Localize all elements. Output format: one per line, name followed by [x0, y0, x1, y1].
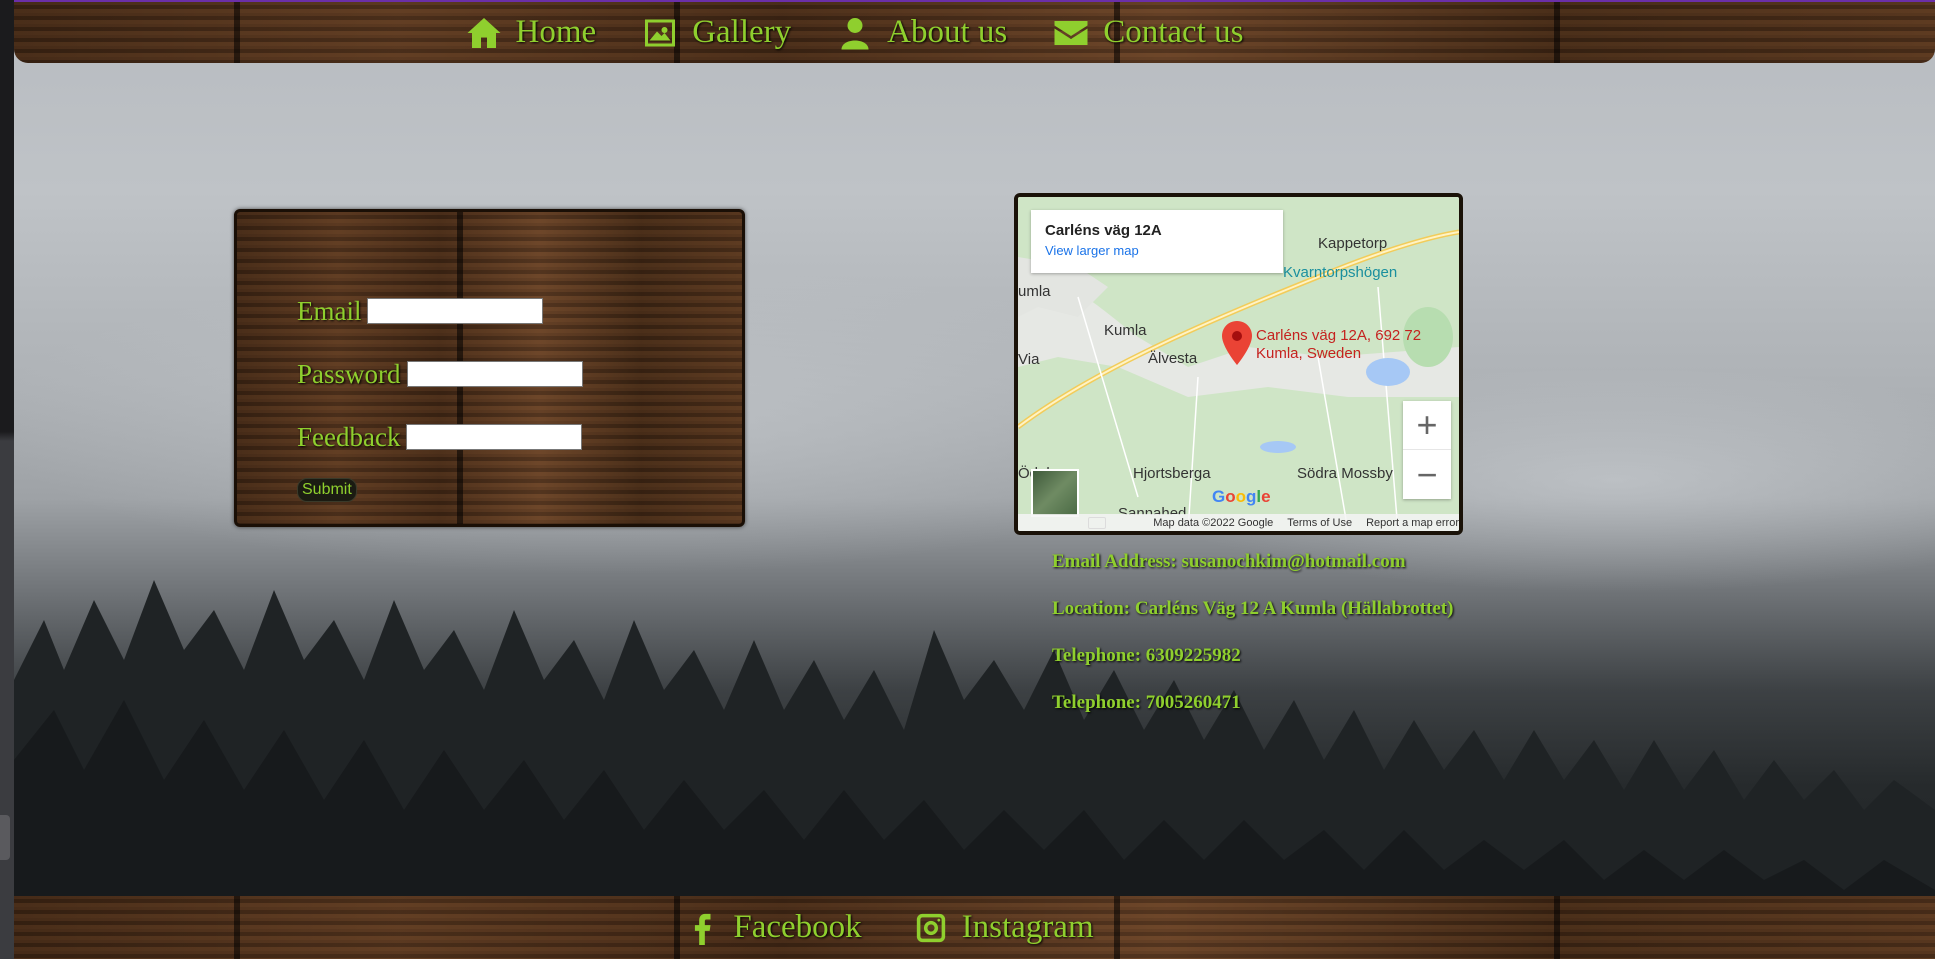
contact-location: Location: Carléns Väg 12 A Kumla (Hällab…: [1052, 598, 1454, 619]
envelope-icon: [1054, 20, 1088, 45]
map-pin-icon: [1222, 321, 1252, 365]
map-card-title: Carléns väg 12A: [1045, 222, 1162, 239]
map-place-label: Hjortsberga: [1133, 465, 1211, 482]
nav-gallery-label: Gallery: [692, 14, 792, 50]
terms-of-use-link[interactable]: Terms of Use: [1287, 517, 1352, 529]
facebook-label: Facebook: [733, 909, 862, 945]
footer: Facebook Instagram: [14, 896, 1935, 959]
map-place-label: Kvarntorpshögen: [1283, 264, 1398, 281]
home-icon: [467, 17, 501, 48]
view-larger-map-link[interactable]: View larger map: [1045, 243, 1283, 258]
embedded-map[interactable]: Kappetorp Kvarntorpshögen umla Kumla Älv…: [1014, 193, 1463, 535]
map-pin-label: Carléns väg 12A, 692 72 Kumla, Sweden: [1256, 327, 1422, 362]
satellite-toggle[interactable]: [1031, 469, 1079, 517]
email-row: Email: [297, 292, 742, 330]
contact-phone-1: Telephone: 6309225982: [1052, 645, 1241, 666]
nav-about-label: About us: [887, 14, 1008, 50]
feedback-label: Feedback: [297, 421, 401, 452]
feedback-field[interactable]: [406, 424, 583, 450]
nav-contact-link[interactable]: Contact us: [1053, 14, 1243, 51]
contact-info: Email Address: susanochkim@hotmail.com L…: [1052, 549, 1482, 737]
instagram-label: Instagram: [961, 909, 1094, 945]
feedback-form: Email Password Feedback Submit: [234, 209, 745, 527]
top-nav: Home Gallery About us Contact us: [14, 0, 1935, 63]
contact-email: Email Address: susanochkim@hotmail.com: [1052, 551, 1406, 572]
email-label: Email: [297, 295, 362, 326]
map-place-label: Kumla: [1104, 322, 1147, 339]
nav-gallery-link[interactable]: Gallery: [642, 14, 791, 51]
feedback-row: Feedback: [297, 418, 742, 456]
instagram-link[interactable]: Instagram: [914, 909, 1094, 946]
facebook-icon: [695, 913, 711, 945]
map-place-label: Kappetorp: [1318, 235, 1388, 252]
image-icon: [645, 19, 676, 46]
user-icon: [841, 17, 869, 49]
forest-silhouette: [14, 580, 1935, 900]
submit-button[interactable]: Submit: [297, 478, 357, 502]
contact-phone-2: Telephone: 7005260471: [1052, 692, 1241, 713]
google-logo: Google: [1212, 487, 1271, 506]
map-place-label: Älvesta: [1148, 350, 1198, 367]
scrollbar-thumb[interactable]: [0, 815, 10, 860]
map-place-label: Via: [1018, 351, 1040, 368]
map-place-label: umla: [1018, 283, 1051, 300]
password-row: Password: [297, 355, 742, 393]
nav-contact-label: Contact us: [1103, 14, 1244, 50]
zoom-in-button[interactable]: +: [1403, 401, 1451, 450]
map-attribution-bar: Map data ©2022 Google Terms of Use Repor…: [1018, 514, 1459, 531]
facebook-link[interactable]: Facebook: [685, 909, 862, 946]
map-info-card: Carléns väg 12A View larger map: [1031, 210, 1283, 273]
nav-about-link[interactable]: About us: [837, 14, 1007, 51]
nav-home-link[interactable]: Home: [466, 14, 597, 51]
password-field[interactable]: [406, 361, 583, 387]
report-map-error-link[interactable]: Report a map error: [1366, 517, 1459, 529]
map-data-text: Map data ©2022 Google: [1153, 516, 1274, 529]
password-label: Password: [297, 358, 401, 389]
nav-home-label: Home: [515, 14, 597, 50]
browser-gutter: [0, 0, 14, 959]
map-place-label: Södra Mossby: [1297, 465, 1393, 482]
zoom-out-button[interactable]: −: [1403, 450, 1451, 499]
map-zoom-controls: + −: [1403, 401, 1451, 499]
instagram-icon: [916, 913, 945, 942]
email-field[interactable]: [367, 298, 544, 324]
